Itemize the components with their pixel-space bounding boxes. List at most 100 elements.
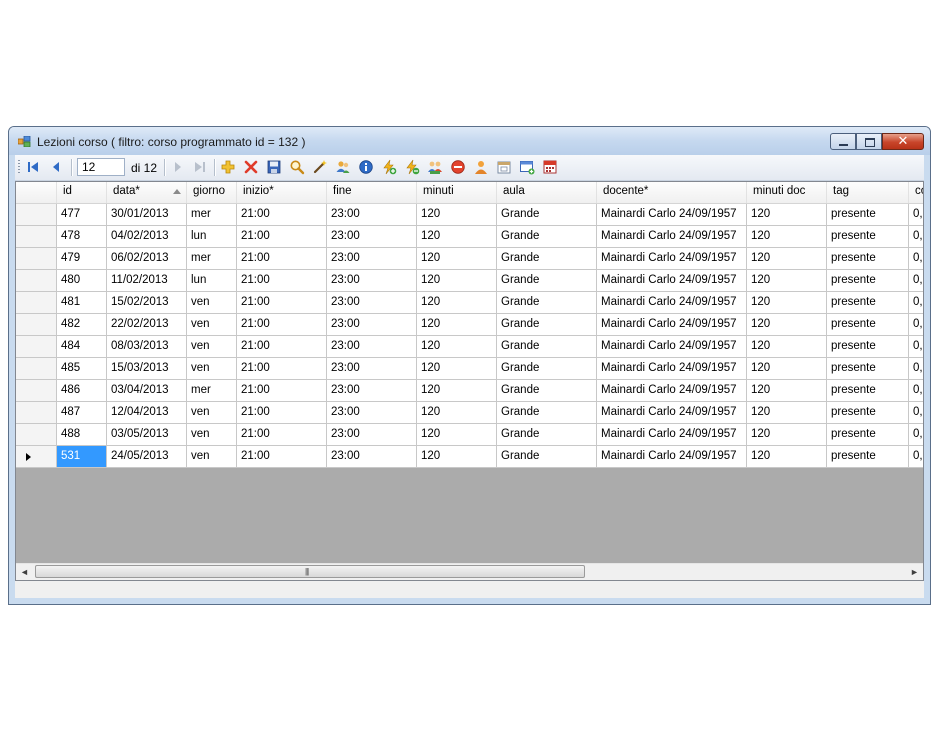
cell-minuti-doc[interactable]: 120: [747, 402, 827, 424]
table-row[interactable]: 488 03/05/2013 ven 21:00 23:00 120 Grande Maina…: [16, 424, 923, 446]
cell-co[interactable]: 0,0: [909, 424, 923, 446]
row-header[interactable]: [16, 446, 57, 468]
row-header[interactable]: [16, 402, 57, 424]
cell-id[interactable]: 531: [57, 446, 107, 468]
remove-icon[interactable]: [450, 159, 466, 175]
cell-minuti-doc[interactable]: 120: [747, 380, 827, 402]
cell-fine[interactable]: 23:00: [327, 292, 417, 314]
table-row[interactable]: 478 04/02/2013 lun 21:00 23:00 120 Grande Maina…: [16, 226, 923, 248]
cell-aula[interactable]: Grande: [497, 314, 597, 336]
cell-docente[interactable]: Mainardi Carlo 24/09/1957: [597, 380, 747, 402]
cell-fine[interactable]: 23:00: [327, 314, 417, 336]
cell-minuti[interactable]: 120: [417, 314, 497, 336]
cell-aula[interactable]: Grande: [497, 380, 597, 402]
cell-giorno[interactable]: ven: [187, 314, 237, 336]
cell-giorno[interactable]: ven: [187, 446, 237, 468]
scroll-right-button[interactable]: ►: [906, 564, 923, 580]
cell-minuti[interactable]: 120: [417, 270, 497, 292]
cell-docente[interactable]: Mainardi Carlo 24/09/1957: [597, 248, 747, 270]
cell-giorno[interactable]: ven: [187, 402, 237, 424]
cell-minuti-doc[interactable]: 120: [747, 336, 827, 358]
row-header[interactable]: [16, 270, 57, 292]
column-header-minuti-doc[interactable]: minuti doc: [747, 182, 827, 203]
cell-inizio[interactable]: 21:00: [237, 314, 327, 336]
cell-data[interactable]: 04/02/2013: [107, 226, 187, 248]
move-last-icon[interactable]: [192, 159, 208, 175]
cell-data[interactable]: 12/04/2013: [107, 402, 187, 424]
cell-docente[interactable]: Mainardi Carlo 24/09/1957: [597, 204, 747, 226]
cell-tag[interactable]: presente: [827, 402, 909, 424]
cell-giorno[interactable]: ven: [187, 292, 237, 314]
cell-giorno[interactable]: mer: [187, 248, 237, 270]
cell-minuti-doc[interactable]: 120: [747, 270, 827, 292]
cell-id[interactable]: 477: [57, 204, 107, 226]
cell-fine[interactable]: 23:00: [327, 402, 417, 424]
column-header-aula[interactable]: aula: [497, 182, 597, 203]
cell-fine[interactable]: 23:00: [327, 226, 417, 248]
table-row[interactable]: 482 22/02/2013 ven 21:00 23:00 120 Grande Maina…: [16, 314, 923, 336]
grid-corner-header[interactable]: [16, 182, 57, 203]
cell-inizio[interactable]: 21:00: [237, 446, 327, 468]
cell-docente[interactable]: Mainardi Carlo 24/09/1957: [597, 402, 747, 424]
close-button[interactable]: ✕: [882, 133, 924, 150]
cell-id[interactable]: 486: [57, 380, 107, 402]
column-header-giorno[interactable]: giorno: [187, 182, 237, 203]
cell-aula[interactable]: Grande: [497, 402, 597, 424]
table-row[interactable]: 485 15/03/2013 ven 21:00 23:00 120 Grande Maina…: [16, 358, 923, 380]
cell-docente[interactable]: Mainardi Carlo 24/09/1957: [597, 424, 747, 446]
cell-minuti-doc[interactable]: 120: [747, 314, 827, 336]
cell-tag[interactable]: presente: [827, 204, 909, 226]
lightning-add-icon[interactable]: [381, 159, 397, 175]
wand-icon[interactable]: [312, 159, 328, 175]
cell-giorno[interactable]: lun: [187, 226, 237, 248]
cell-minuti-doc[interactable]: 120: [747, 424, 827, 446]
cell-tag[interactable]: presente: [827, 358, 909, 380]
window-add-icon[interactable]: [519, 159, 535, 175]
cell-docente[interactable]: Mainardi Carlo 24/09/1957: [597, 336, 747, 358]
cell-data[interactable]: 08/03/2013: [107, 336, 187, 358]
table-row[interactable]: 487 12/04/2013 ven 21:00 23:00 120 Grande Maina…: [16, 402, 923, 424]
cell-co[interactable]: 0,0: [909, 336, 923, 358]
cell-minuti[interactable]: 120: [417, 204, 497, 226]
cell-aula[interactable]: Grande: [497, 424, 597, 446]
cell-co[interactable]: 0,0: [909, 358, 923, 380]
cell-co[interactable]: 0,0: [909, 380, 923, 402]
cell-tag[interactable]: presente: [827, 226, 909, 248]
cell-co[interactable]: 0,0: [909, 314, 923, 336]
save-icon[interactable]: [266, 159, 282, 175]
cell-inizio[interactable]: 21:00: [237, 270, 327, 292]
maximize-button[interactable]: [856, 133, 882, 150]
cell-fine[interactable]: 23:00: [327, 270, 417, 292]
column-header-tag[interactable]: tag: [827, 182, 909, 203]
cell-id[interactable]: 487: [57, 402, 107, 424]
table-row[interactable]: 484 08/03/2013 ven 21:00 23:00 120 Grande Maina…: [16, 336, 923, 358]
cell-docente[interactable]: Mainardi Carlo 24/09/1957: [597, 358, 747, 380]
cell-docente[interactable]: Mainardi Carlo 24/09/1957: [597, 226, 747, 248]
cell-minuti[interactable]: 120: [417, 248, 497, 270]
calendar-date-icon[interactable]: [542, 159, 558, 175]
cell-tag[interactable]: presente: [827, 446, 909, 468]
cell-id[interactable]: 482: [57, 314, 107, 336]
column-header-docente[interactable]: docente*: [597, 182, 747, 203]
cell-minuti[interactable]: 120: [417, 358, 497, 380]
cell-fine[interactable]: 23:00: [327, 446, 417, 468]
cell-inizio[interactable]: 21:00: [237, 380, 327, 402]
cell-data[interactable]: 03/05/2013: [107, 424, 187, 446]
cell-giorno[interactable]: mer: [187, 380, 237, 402]
cell-tag[interactable]: presente: [827, 380, 909, 402]
table-row[interactable]: 480 11/02/2013 lun 21:00 23:00 120 Grande Maina…: [16, 270, 923, 292]
column-header-inizio[interactable]: inizio*: [237, 182, 327, 203]
cell-inizio[interactable]: 21:00: [237, 358, 327, 380]
cell-minuti[interactable]: 120: [417, 292, 497, 314]
row-header[interactable]: [16, 336, 57, 358]
cell-inizio[interactable]: 21:00: [237, 336, 327, 358]
row-header[interactable]: [16, 226, 57, 248]
row-header[interactable]: [16, 292, 57, 314]
table-row[interactable]: 479 06/02/2013 mer 21:00 23:00 120 Grande Maina…: [16, 248, 923, 270]
cell-fine[interactable]: 23:00: [327, 204, 417, 226]
data-grid[interactable]: id data* giorno inizio* fine minuti aula docent…: [15, 181, 924, 581]
cell-co[interactable]: 0,0: [909, 226, 923, 248]
cell-data[interactable]: 22/02/2013: [107, 314, 187, 336]
cell-co[interactable]: 0,0: [909, 446, 923, 468]
title-bar[interactable]: Lezioni corso ( filtro: corso programmat…: [9, 127, 930, 155]
